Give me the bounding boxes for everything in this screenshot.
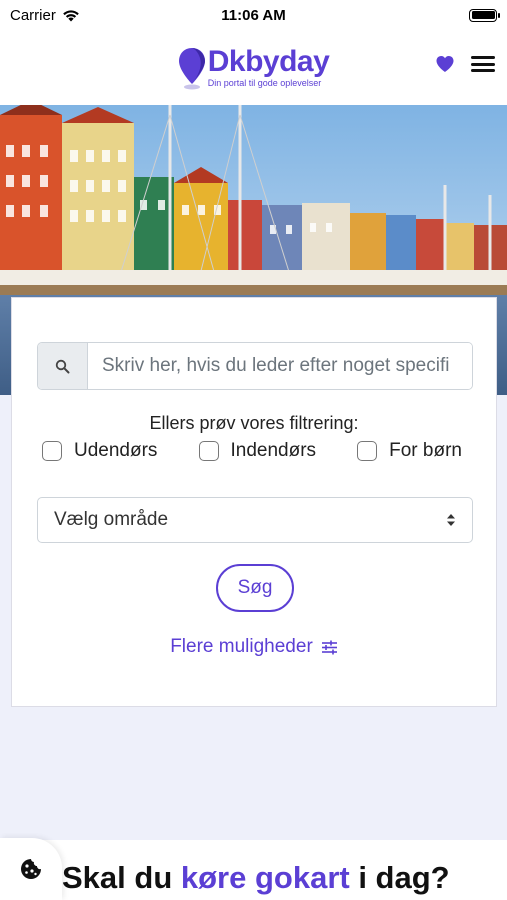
carrier-label: Carrier bbox=[10, 6, 56, 24]
promo-prefix: Skal du bbox=[62, 860, 181, 895]
filter-label: For børn bbox=[389, 440, 462, 461]
hamburger-menu-icon[interactable] bbox=[471, 54, 495, 74]
checkbox[interactable] bbox=[198, 441, 219, 461]
site-header: Dkbyday Din portal til gode oplevelser bbox=[0, 30, 507, 105]
checkbox[interactable] bbox=[357, 441, 378, 461]
search-input[interactable] bbox=[88, 343, 472, 389]
heart-icon[interactable] bbox=[435, 54, 455, 74]
battery-icon bbox=[469, 8, 500, 22]
search-icon[interactable] bbox=[38, 343, 88, 389]
more-options-link[interactable]: Flere muligheder bbox=[12, 636, 496, 658]
filter-for-born[interactable]: For børn bbox=[357, 440, 462, 462]
cookie-settings-button[interactable] bbox=[0, 838, 62, 900]
filter-caption: Ellers prøv vores filtrering: bbox=[149, 413, 359, 433]
logo-tagline: Din portal til gode oplevelser bbox=[207, 78, 322, 88]
promo-headline: Skal du køre gokart i dag? bbox=[62, 860, 450, 896]
area-select-value: Vælg område bbox=[54, 509, 169, 530]
promo-highlight-link[interactable]: køre gokart bbox=[181, 860, 350, 895]
carrier-signal: Carrier bbox=[10, 7, 80, 24]
sliders-icon bbox=[321, 640, 337, 654]
search-card: Ellers prøv vores filtrering: Udendørs I… bbox=[11, 297, 497, 707]
select-arrows-icon bbox=[447, 514, 455, 526]
location-pin-icon bbox=[178, 47, 205, 89]
more-options-label: Flere muligheder bbox=[170, 636, 313, 657]
cookie-icon bbox=[21, 859, 41, 879]
filter-indendors[interactable]: Indendørs bbox=[198, 440, 317, 462]
filter-options: Udendørs Indendørs For børn bbox=[42, 440, 462, 462]
search-box bbox=[37, 342, 473, 390]
logo-name: Dkbyday bbox=[207, 45, 330, 78]
promo-suffix: i dag? bbox=[349, 860, 450, 895]
promo-section: Skal du køre gokart i dag? bbox=[0, 840, 507, 900]
wifi-icon bbox=[63, 9, 79, 21]
status-bar: Carrier 11:06 AM bbox=[0, 0, 507, 30]
filter-label: Udendørs bbox=[74, 440, 158, 461]
search-button[interactable]: Søg bbox=[216, 564, 294, 612]
filter-label: Indendørs bbox=[230, 440, 317, 461]
filter-udendors[interactable]: Udendørs bbox=[42, 440, 157, 462]
area-select[interactable]: Vælg område bbox=[37, 497, 473, 543]
checkbox[interactable] bbox=[42, 441, 62, 461]
site-logo[interactable]: Dkbyday Din portal til gode oplevelser bbox=[178, 46, 330, 90]
